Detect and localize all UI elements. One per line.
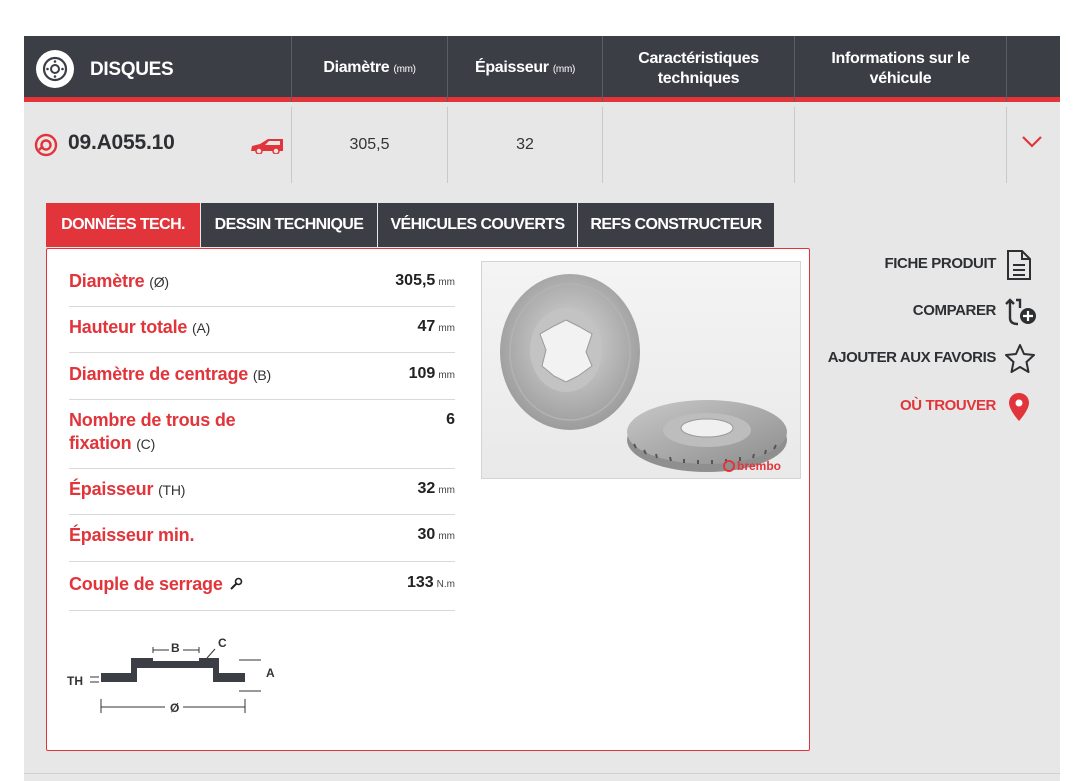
spec-value: 133 bbox=[406, 574, 434, 591]
compare-link[interactable]: COMPARER bbox=[912, 302, 997, 319]
wrench-icon bbox=[230, 577, 243, 590]
spec-label: Diamètre bbox=[69, 271, 145, 291]
part-number: 09.A055.10 bbox=[68, 131, 175, 154]
star-icon[interactable] bbox=[1004, 343, 1036, 373]
spec-row-thickness: Épaisseur (TH) 32 mm bbox=[69, 469, 455, 515]
column-thickness[interactable]: Épaisseur (mm) bbox=[448, 36, 603, 102]
spec-unit: mm bbox=[438, 370, 455, 381]
brembo-disc-icon bbox=[34, 133, 58, 157]
disc-dimension-diagram: TH B C A Ø bbox=[67, 636, 275, 713]
tab-technical-drawing[interactable]: DESSIN TECHNIQUE bbox=[201, 203, 377, 247]
spec-unit: mm bbox=[438, 277, 455, 288]
column-vehicle-info-label: Informations sur le véhicule bbox=[831, 50, 970, 87]
row-characteristics bbox=[603, 107, 795, 183]
spec-label: Épaisseur bbox=[69, 479, 154, 499]
spec-row-min-thickness: Épaisseur min. 30 mm bbox=[69, 515, 455, 562]
column-thickness-unit: (mm) bbox=[552, 64, 576, 75]
car-front-icon bbox=[251, 139, 283, 154]
spec-value: 30 bbox=[417, 526, 436, 543]
spec-row-bolt-holes: Nombre de trous de fixation (C) 6 bbox=[69, 400, 455, 469]
chevron-down-icon[interactable] bbox=[1021, 135, 1043, 149]
table-header: DISQUES Diamètre (mm) Épaisseur (mm) Car… bbox=[24, 36, 1060, 102]
spec-row-diameter: Diamètre (Ø) 305,5 mm bbox=[69, 261, 455, 307]
spec-label: Diamètre de centrage bbox=[69, 364, 249, 384]
row-thickness: 32 bbox=[448, 107, 603, 183]
spec-value: 109 bbox=[408, 365, 436, 382]
column-diameter[interactable]: Diamètre (mm) bbox=[292, 36, 448, 102]
spec-unit: mm bbox=[438, 323, 455, 334]
add-favorites-label: AJOUTER AUX FAVORIS bbox=[827, 349, 997, 366]
diagram-label-b: B bbox=[171, 641, 180, 655]
location-pin-icon[interactable] bbox=[1008, 392, 1030, 422]
spec-unit: mm bbox=[438, 485, 455, 496]
spec-label-line2: fixation bbox=[69, 433, 132, 453]
spec-unit: mm bbox=[438, 531, 455, 542]
brake-disc-image: brembo bbox=[500, 274, 787, 473]
spec-row-torque: Couple de serrage 133 N.m bbox=[69, 562, 455, 611]
spec-label: Couple de serrage bbox=[69, 574, 223, 594]
tab-technical-data[interactable]: DONNÉES TECH. bbox=[46, 203, 200, 247]
spec-label: Épaisseur min. bbox=[69, 525, 195, 545]
row-diameter: 305,5 bbox=[292, 107, 448, 183]
spec-unit: N.m bbox=[436, 579, 455, 590]
spec-sub: (Ø) bbox=[149, 274, 169, 290]
technical-data-card: Diamètre (Ø) 305,5 mm Hauteur totale (A) … bbox=[46, 248, 810, 751]
next-row-edge bbox=[24, 773, 1060, 781]
product-photo[interactable]: brembo bbox=[481, 261, 801, 479]
spec-sub: (B) bbox=[252, 367, 271, 383]
spec-value: 6 bbox=[446, 411, 455, 428]
document-icon[interactable] bbox=[1004, 249, 1034, 281]
product-sheet-label: FICHE PRODUIT bbox=[884, 255, 997, 272]
spec-label: Hauteur totale bbox=[69, 317, 188, 337]
column-diameter-unit: (mm) bbox=[393, 64, 416, 75]
compare-icon[interactable] bbox=[1004, 296, 1038, 328]
column-diameter-label: Diamètre bbox=[323, 59, 390, 76]
spec-sub: (C) bbox=[136, 436, 156, 452]
product-row[interactable]: 09.A055.10 305,5 32 bbox=[24, 107, 1060, 183]
spec-label: Nombre de trous de bbox=[69, 410, 236, 430]
diagram-label-o: Ø bbox=[170, 701, 179, 713]
product-panel: DISQUES Diamètre (mm) Épaisseur (mm) Car… bbox=[24, 36, 1060, 781]
spec-row-centering-diameter: Diamètre de centrage (B) 109 mm bbox=[69, 353, 455, 400]
diagram-label-a: A bbox=[266, 666, 275, 680]
compare-label: COMPARER bbox=[912, 302, 997, 319]
spec-row-total-height: Hauteur totale (A) 47 mm bbox=[69, 307, 455, 353]
column-characteristics[interactable]: Caractéristiques techniques bbox=[603, 36, 795, 102]
tab-covered-vehicles[interactable]: VÉHICULES COUVERTS bbox=[378, 203, 577, 247]
spec-value: 32 bbox=[417, 480, 436, 497]
tab-manufacturer-refs[interactable]: REFS CONSTRUCTEUR bbox=[578, 203, 774, 247]
diagram-label-th: TH bbox=[67, 674, 83, 688]
row-vehicle-info bbox=[795, 107, 1007, 183]
column-thickness-label: Épaisseur bbox=[474, 59, 549, 76]
spec-value: 305,5 bbox=[395, 272, 436, 289]
where-to-buy-label: OÙ TROUVER bbox=[899, 397, 996, 414]
diagram-label-c: C bbox=[218, 636, 227, 650]
add-favorites-link[interactable]: AJOUTER AUX FAVORIS bbox=[827, 349, 997, 366]
spec-value: 47 bbox=[417, 318, 436, 335]
column-characteristics-label: Caractéristiques techniques bbox=[638, 50, 759, 87]
product-sheet-link[interactable]: FICHE PRODUIT bbox=[884, 255, 997, 272]
where-to-buy-link[interactable]: OÙ TROUVER bbox=[900, 397, 996, 414]
spec-sub: (A) bbox=[192, 320, 211, 336]
column-vehicle-info[interactable]: Informations sur le véhicule bbox=[795, 36, 1007, 102]
spec-sub: (TH) bbox=[158, 482, 186, 498]
svg-text:brembo: brembo bbox=[737, 459, 781, 473]
